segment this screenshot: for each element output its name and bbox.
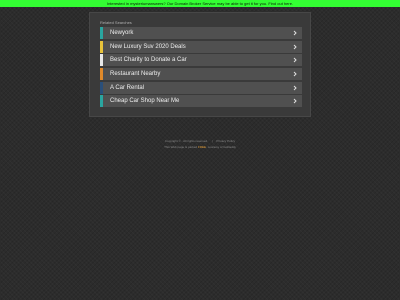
search-item-label[interactable]: Cheap Car Shop Near Me (110, 95, 179, 107)
search-item-label[interactable]: New Luxury Suv 2020 Deals (110, 41, 186, 53)
footer-copyright-line: Copyright © . All rights reserved. | Pri… (0, 139, 400, 143)
chevron-right-icon[interactable] (292, 57, 298, 63)
privacy-policy-link[interactable]: Privacy Policy (216, 139, 235, 143)
search-item-new-luxury-suv[interactable]: New Luxury Suv 2020 Deals (100, 40, 302, 53)
footer-separator: | (211, 139, 213, 143)
chevron-right-icon[interactable] (292, 30, 298, 36)
search-item-newyork[interactable]: Newyork (100, 27, 302, 39)
search-item-best-charity[interactable]: Best Charity to Donate a Car (100, 54, 302, 67)
banner-text[interactable]: Interested in mysteriumanswers? Our Doma… (107, 1, 293, 6)
panel-title: Related Searches (100, 20, 132, 25)
related-searches-panel: Related Searches Newyork New Luxury Suv … (89, 12, 311, 117)
search-item-cheap-car-shop[interactable]: Cheap Car Shop Near Me (100, 95, 302, 108)
chevron-right-icon[interactable] (292, 98, 298, 104)
search-item-car-rental[interactable]: A Car Rental (100, 81, 302, 94)
search-item-label[interactable]: Restaurant Nearby (110, 68, 160, 80)
search-item-label[interactable]: Newyork (110, 27, 133, 39)
search-item-label[interactable]: A Car Rental (110, 82, 144, 94)
search-item-label[interactable]: Best Charity to Donate a Car (110, 54, 187, 66)
chevron-right-icon[interactable] (292, 85, 298, 91)
parked-prefix: This Web page is parked (164, 145, 198, 149)
free-link[interactable]: FREE (198, 145, 206, 149)
related-searches-list: Newyork New Luxury Suv 2020 Deals Best C… (100, 27, 302, 109)
parked-suffix: , courtesy of GoDaddy (206, 145, 236, 149)
domain-broker-banner[interactable]: Interested in mysteriumanswers? Our Doma… (0, 0, 400, 7)
chevron-right-icon[interactable] (292, 71, 298, 77)
footer-parked-line: This Web page is parked FREE, courtesy o… (0, 145, 400, 149)
chevron-right-icon[interactable] (292, 44, 298, 50)
copyright-text: Copyright © . All rights reserved. (164, 139, 208, 143)
search-item-restaurant-nearby[interactable]: Restaurant Nearby (100, 68, 302, 81)
